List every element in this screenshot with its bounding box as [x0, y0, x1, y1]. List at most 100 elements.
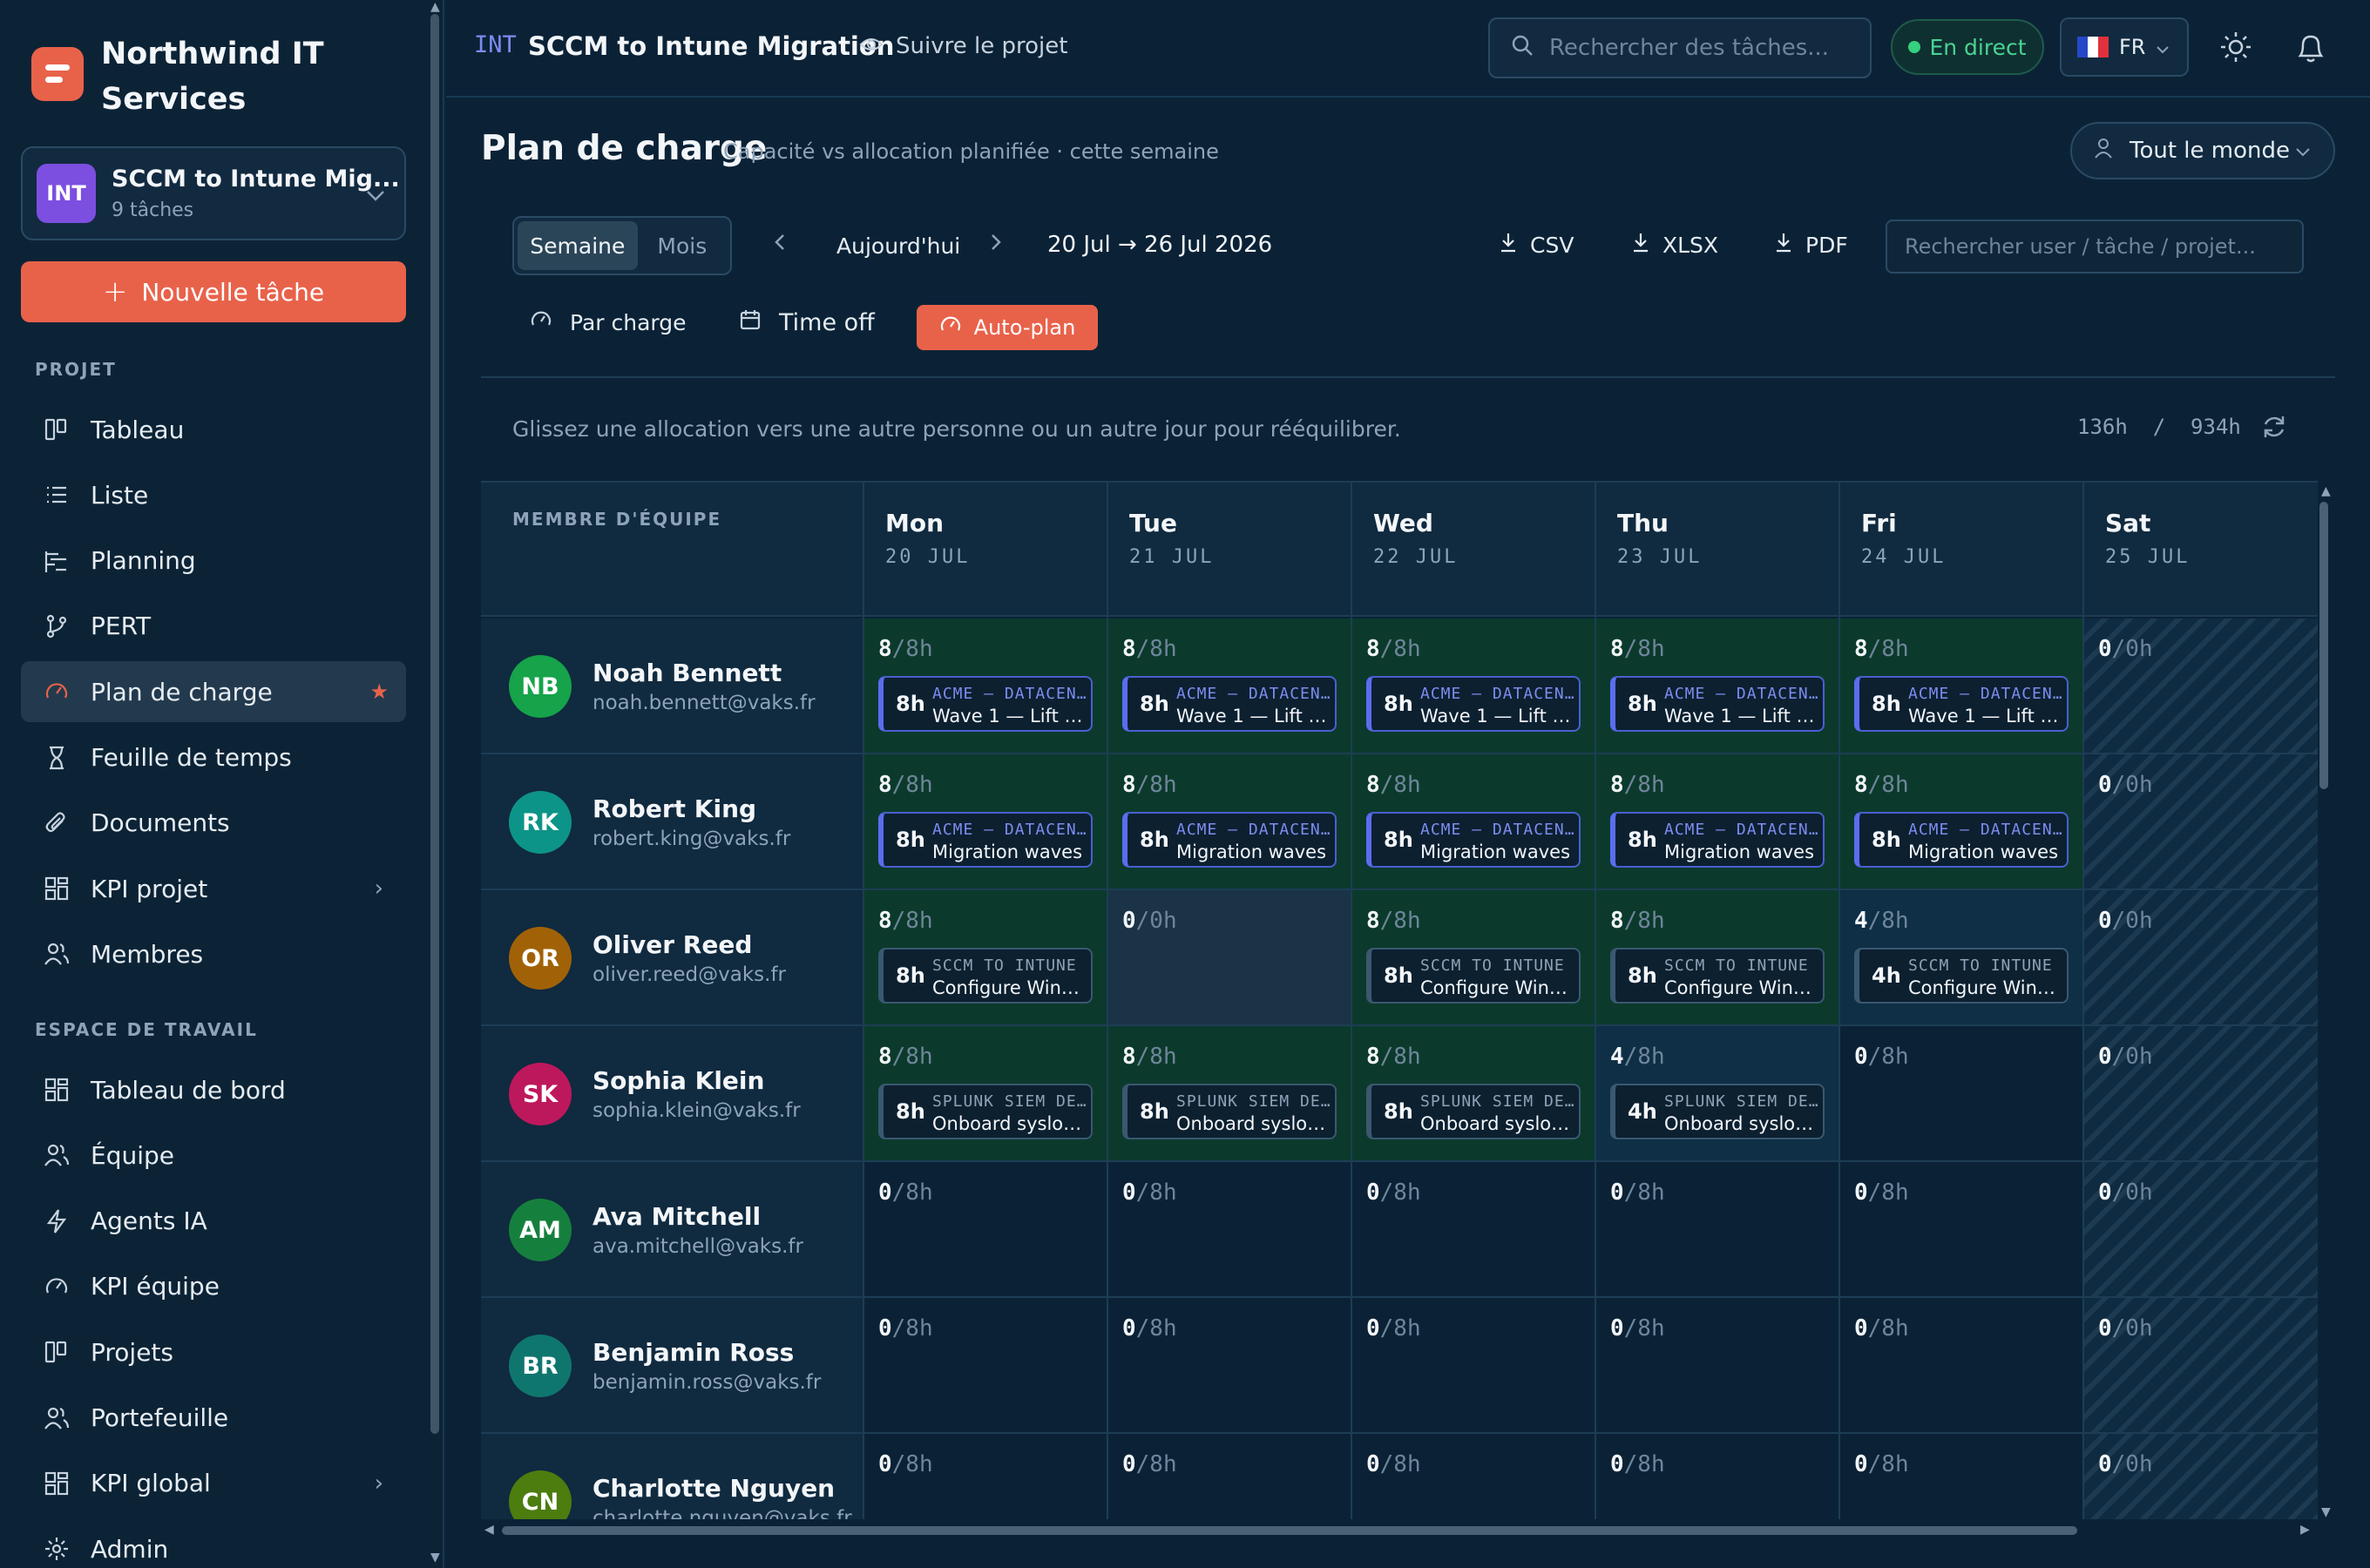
grid-filter-input[interactable]: Rechercher user / tâche / projet...: [1886, 220, 2304, 274]
day-cell[interactable]: 8/8h 8h SPLUNK SIEM DEPLOY Onboard syslog s…: [1108, 1026, 1352, 1160]
day-cell[interactable]: 8/8h 8h ACME — DATACENTER Wave 1 — Lift and…: [1596, 618, 1840, 753]
day-cell[interactable]: 8/8h 8h ACME — DATACENTER Wave 1 — Lift and…: [864, 618, 1108, 753]
sidebar-item-agents-ia[interactable]: Agents IA: [21, 1191, 406, 1252]
allocation-chip[interactable]: 8h ACME — DATACENTER Wave 1 — Lift and shi…: [1366, 676, 1581, 732]
view-month-button[interactable]: Mois: [638, 221, 727, 270]
allocation-chip[interactable]: 8h ACME — DATACENTER Wave 1 — Lift and shi…: [1854, 676, 2069, 732]
day-cell[interactable]: 8/8h 8h ACME — DATACENTER Wave 1 — Lift and…: [1108, 618, 1352, 753]
allocation-chip[interactable]: 8h SPLUNK SIEM DEPLOY Onboard syslog sourc…: [1366, 1084, 1581, 1139]
grid-vertical-scrollbar[interactable]: [2319, 502, 2328, 789]
day-cell[interactable]: 8/8h 8h ACME — DATACENTER Migration waves: [1596, 754, 1840, 889]
time-off-button[interactable]: Time off: [739, 308, 875, 336]
sidebar-item-tableau-de-bord[interactable]: Tableau de bord: [21, 1059, 406, 1120]
sidebar-item-liste[interactable]: Liste: [21, 464, 406, 525]
task-search-input[interactable]: Rechercher des tâches...: [1488, 17, 1872, 78]
day-cell[interactable]: 0/0h: [2084, 618, 2318, 753]
sidebar-item-documents[interactable]: Documents: [21, 793, 406, 854]
refresh-icon[interactable]: [2260, 413, 2288, 444]
day-cell[interactable]: 0/8h: [1840, 1162, 2084, 1296]
project-switcher[interactable]: INT SCCM to Intune Mig... 9 tâches: [21, 146, 406, 240]
new-task-button[interactable]: + Nouvelle tâche: [21, 261, 406, 322]
today-button[interactable]: Aujourd'hui: [836, 233, 960, 259]
day-cell[interactable]: 4/8h 4h SCCM TO INTUNE Configure Windows: [1840, 890, 2084, 1024]
day-cell[interactable]: 0/8h: [1108, 1162, 1352, 1296]
allocation-chip[interactable]: 8h SPLUNK SIEM DEPLOY Onboard syslog sourc…: [878, 1084, 1093, 1139]
day-cell[interactable]: 0/8h: [1352, 1434, 1596, 1519]
live-status-badge[interactable]: En direct: [1891, 19, 2044, 75]
day-cell[interactable]: 0/8h: [1840, 1298, 2084, 1432]
day-cell[interactable]: 8/8h 8h SPLUNK SIEM DEPLOY Onboard syslog s…: [864, 1026, 1108, 1160]
view-week-button[interactable]: Semaine: [518, 221, 638, 270]
day-cell[interactable]: 8/8h 8h ACME — DATACENTER Wave 1 — Lift and…: [1840, 618, 2084, 753]
sidebar-item-projets[interactable]: Projets: [21, 1321, 406, 1382]
day-cell[interactable]: 8/8h 8h SCCM TO INTUNE Configure Windows: [1596, 890, 1840, 1024]
member-cell[interactable]: AM Ava Mitchell ava.mitchell@vaks.fr: [481, 1162, 864, 1296]
allocation-chip[interactable]: 8h SCCM TO INTUNE Configure Windows: [878, 948, 1093, 1004]
scroll-left-arrow-icon[interactable]: ◀: [484, 1523, 494, 1537]
scroll-up-arrow-icon[interactable]: ▲: [2321, 484, 2331, 498]
day-cell[interactable]: 8/8h 8h ACME — DATACENTER Migration waves: [864, 754, 1108, 889]
day-cell[interactable]: 8/8h 8h SCCM TO INTUNE Configure Windows: [1352, 890, 1596, 1024]
day-cell[interactable]: 0/0h: [2084, 1026, 2318, 1160]
export-csv-button[interactable]: CSV: [1499, 232, 1574, 258]
member-cell[interactable]: CN Charlotte Nguyen charlotte.nguyen@vaks.…: [481, 1434, 864, 1519]
follow-project-button[interactable]: Suivre le projet: [859, 33, 1067, 59]
sidebar-scroll-up-icon[interactable]: ▲: [430, 0, 440, 14]
grid-horizontal-scrollbar[interactable]: [502, 1526, 2077, 1535]
sidebar-item-kpi-projet[interactable]: KPI projet ›: [21, 858, 406, 919]
brand[interactable]: Northwind IT Services: [31, 31, 362, 122]
day-cell[interactable]: 8/8h 8h ACME — DATACENTER Migration waves: [1108, 754, 1352, 889]
sidebar-item-tableau[interactable]: Tableau: [21, 399, 406, 460]
day-cell[interactable]: 0/0h: [2084, 1298, 2318, 1432]
sidebar-scroll-down-icon[interactable]: ▼: [430, 1551, 440, 1565]
day-cell[interactable]: 0/8h: [1840, 1434, 2084, 1519]
day-cell[interactable]: 0/8h: [1596, 1298, 1840, 1432]
auto-plan-button[interactable]: Auto-plan: [917, 305, 1098, 350]
scroll-right-arrow-icon[interactable]: ▶: [2300, 1523, 2310, 1537]
day-cell[interactable]: 0/8h: [1352, 1298, 1596, 1432]
day-cell[interactable]: 0/0h: [2084, 1162, 2318, 1296]
member-cell[interactable]: OR Oliver Reed oliver.reed@vaks.fr: [481, 890, 864, 1024]
export-pdf-button[interactable]: PDF: [1774, 232, 1848, 258]
allocation-chip[interactable]: 8h ACME — DATACENTER Migration waves: [1854, 812, 2069, 868]
day-cell[interactable]: 8/8h 8h ACME — DATACENTER Migration waves: [1352, 754, 1596, 889]
day-cell[interactable]: 0/8h: [1108, 1298, 1352, 1432]
allocation-chip[interactable]: 8h SPLUNK SIEM DEPLOY Onboard syslog sourc…: [1122, 1084, 1337, 1139]
allocation-chip[interactable]: 8h ACME — DATACENTER Migration waves: [1122, 812, 1337, 868]
day-cell[interactable]: 8/8h 8h ACME — DATACENTER Migration waves: [1840, 754, 2084, 889]
notifications-bell-icon[interactable]: [2295, 30, 2326, 68]
allocation-chip[interactable]: 8h SCCM TO INTUNE Configure Windows: [1610, 948, 1825, 1004]
day-cell[interactable]: 0/0h: [2084, 1434, 2318, 1519]
sidebar-item-feuille-de-temps[interactable]: Feuille de temps: [21, 727, 406, 788]
sidebar-item-portefeuille[interactable]: Portefeuille: [21, 1388, 406, 1449]
previous-week-chevron-icon[interactable]: [774, 232, 786, 258]
scroll-down-arrow-icon[interactable]: ▼: [2321, 1505, 2331, 1519]
day-cell[interactable]: 0/0h: [2084, 754, 2318, 889]
sidebar-item-membres[interactable]: Membres: [21, 923, 406, 984]
day-cell[interactable]: 0/8h: [1108, 1434, 1352, 1519]
next-week-chevron-icon[interactable]: [990, 232, 1002, 258]
sidebar-item-plan-de-charge[interactable]: Plan de charge ★: [21, 661, 406, 723]
export-xlsx-button[interactable]: XLSX: [1631, 232, 1718, 258]
sidebar-item-admin[interactable]: Admin: [21, 1518, 406, 1568]
allocation-chip[interactable]: 8h SCCM TO INTUNE Configure Windows: [1366, 948, 1581, 1004]
member-cell[interactable]: BR Benjamin Ross benjamin.ross@vaks.fr: [481, 1298, 864, 1432]
day-cell[interactable]: 4/8h 4h SPLUNK SIEM DEPLOY Onboard syslog s…: [1596, 1026, 1840, 1160]
allocation-chip[interactable]: 8h ACME — DATACENTER Migration waves: [878, 812, 1093, 868]
language-select[interactable]: FR: [2060, 17, 2189, 77]
allocation-chip[interactable]: 8h ACME — DATACENTER Migration waves: [1366, 812, 1581, 868]
day-cell[interactable]: 0/0h: [1108, 890, 1352, 1024]
allocation-chip[interactable]: 4h SCCM TO INTUNE Configure Windows: [1854, 948, 2069, 1004]
member-cell[interactable]: RK Robert King robert.king@vaks.fr: [481, 754, 864, 889]
favorite-star-icon[interactable]: ★: [369, 679, 389, 704]
sidebar-item-pert[interactable]: PERT: [21, 596, 406, 657]
day-cell[interactable]: 8/8h 8h ACME — DATACENTER Wave 1 — Lift and…: [1352, 618, 1596, 753]
day-cell[interactable]: 0/0h: [2084, 890, 2318, 1024]
sidebar-item-kpi-global[interactable]: KPI global ›: [21, 1453, 406, 1514]
sidebar-item-kpi-equipe[interactable]: KPI équipe: [21, 1256, 406, 1317]
day-cell[interactable]: 0/8h: [1596, 1434, 1840, 1519]
allocation-chip[interactable]: 4h SPLUNK SIEM DEPLOY Onboard syslog sourc…: [1610, 1084, 1825, 1139]
day-cell[interactable]: 0/8h: [864, 1298, 1108, 1432]
day-cell[interactable]: 0/8h: [1352, 1162, 1596, 1296]
day-cell[interactable]: 8/8h 8h SPLUNK SIEM DEPLOY Onboard syslog s…: [1352, 1026, 1596, 1160]
